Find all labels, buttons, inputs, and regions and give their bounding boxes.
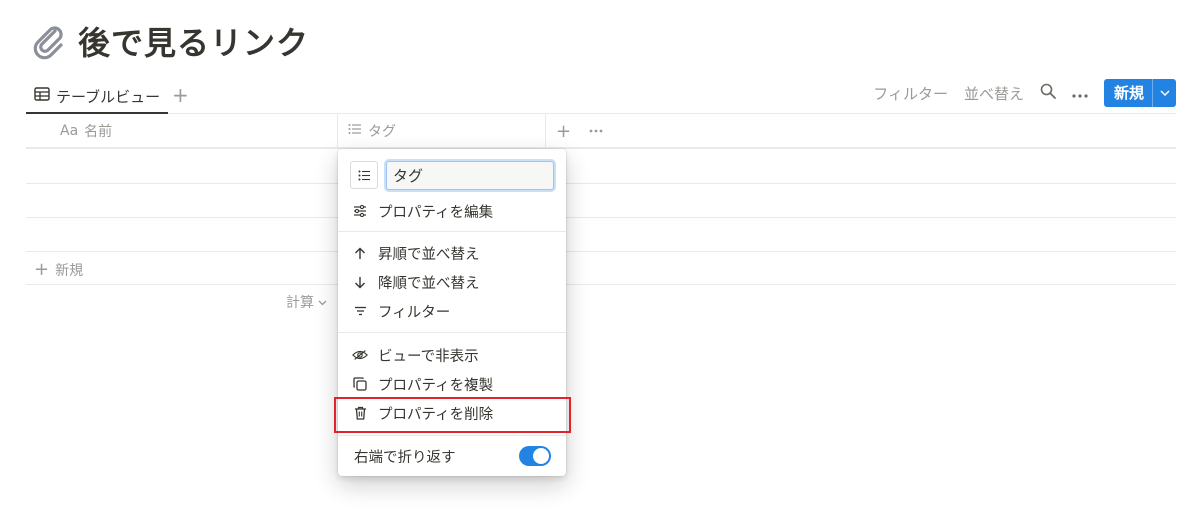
- page-header: 後で見るリンク: [30, 18, 309, 64]
- search-icon[interactable]: [1040, 83, 1056, 103]
- add-column-button[interactable]: +: [556, 114, 571, 148]
- duplicate-icon: [352, 377, 368, 391]
- table-header: Aa 名前 タグ +: [26, 114, 1176, 148]
- property-type-button[interactable]: [350, 161, 378, 189]
- chevron-down-icon: [318, 294, 327, 310]
- menu-item-filter[interactable]: フィルター: [338, 297, 566, 325]
- menu-item-sort-ascending[interactable]: 昇順で並べ替え: [338, 239, 566, 267]
- sliders-icon: [352, 205, 368, 217]
- table-row: [26, 284, 1176, 285]
- column-more-icon[interactable]: [589, 114, 603, 148]
- menu-item-hide-in-view[interactable]: ビューで非表示: [338, 341, 566, 369]
- menu-item-duplicate-property[interactable]: プロパティを複製: [338, 370, 566, 398]
- menu-divider: [338, 435, 566, 436]
- menu-item-label: プロパティを複製: [378, 377, 494, 394]
- filter-icon: [352, 306, 368, 316]
- menu-item-label: 昇順で並べ替え: [378, 246, 480, 263]
- highlight-box: [334, 397, 571, 433]
- column-label: タグ: [368, 124, 396, 140]
- property-name-input[interactable]: [386, 161, 554, 190]
- column-header-tag[interactable]: タグ: [348, 114, 396, 148]
- menu-item-label: フィルター: [378, 304, 451, 321]
- tab-label: テーブルビュー: [56, 87, 161, 106]
- column-divider[interactable]: [337, 114, 338, 148]
- toggle-knob: [533, 448, 549, 464]
- menu-divider: [338, 231, 566, 232]
- more-icon[interactable]: [1072, 84, 1088, 102]
- chevron-down-icon[interactable]: [1152, 79, 1176, 107]
- new-button-label[interactable]: 新規: [1104, 79, 1152, 107]
- calc-label: 計算: [286, 295, 314, 311]
- menu-item-label: 右端で折り返す: [354, 449, 456, 466]
- paperclip-icon[interactable]: [30, 22, 68, 60]
- view-bar: テーブルビュー + フィルター 並べ替え 新規: [26, 76, 1176, 114]
- eye-off-icon: [352, 349, 368, 361]
- menu-item-label: ビューで非表示: [378, 348, 479, 365]
- table-row[interactable]: [26, 183, 1176, 184]
- table-row[interactable]: [26, 148, 1176, 149]
- tab-table-view[interactable]: テーブルビュー: [26, 78, 168, 114]
- table-icon: [34, 87, 50, 105]
- page-title[interactable]: 後で見るリンク: [78, 18, 309, 64]
- wrap-toggle[interactable]: [519, 446, 551, 466]
- menu-item-label: プロパティを編集: [378, 204, 494, 221]
- sort-button[interactable]: 並べ替え: [964, 83, 1024, 104]
- column-divider[interactable]: [545, 114, 546, 148]
- plus-icon: +: [34, 259, 50, 280]
- arrow-down-icon: [352, 276, 368, 289]
- menu-item-label: 降順で並べ替え: [378, 275, 480, 292]
- column-label: 名前: [84, 124, 113, 140]
- text-icon: Aa: [60, 123, 79, 139]
- add-row-button[interactable]: + 新規: [34, 260, 83, 280]
- add-view-button[interactable]: +: [172, 82, 189, 108]
- menu-divider: [338, 332, 566, 333]
- table-row[interactable]: [26, 217, 1176, 218]
- menu-item-edit-property[interactable]: プロパティを編集: [338, 197, 566, 225]
- table-row[interactable]: [26, 251, 1176, 252]
- toolbar: フィルター 並べ替え 新規: [873, 78, 1176, 108]
- filter-button[interactable]: フィルター: [873, 83, 948, 104]
- menu-item-sort-descending[interactable]: 降順で並べ替え: [338, 268, 566, 296]
- arrow-up-icon: [352, 247, 368, 260]
- column-header-name[interactable]: Aa 名前: [60, 114, 112, 148]
- list-icon: [348, 123, 362, 139]
- add-row-label: 新規: [55, 263, 84, 279]
- list-icon: [358, 166, 371, 185]
- calculate-button[interactable]: 計算: [286, 292, 327, 312]
- new-button[interactable]: 新規: [1103, 79, 1176, 107]
